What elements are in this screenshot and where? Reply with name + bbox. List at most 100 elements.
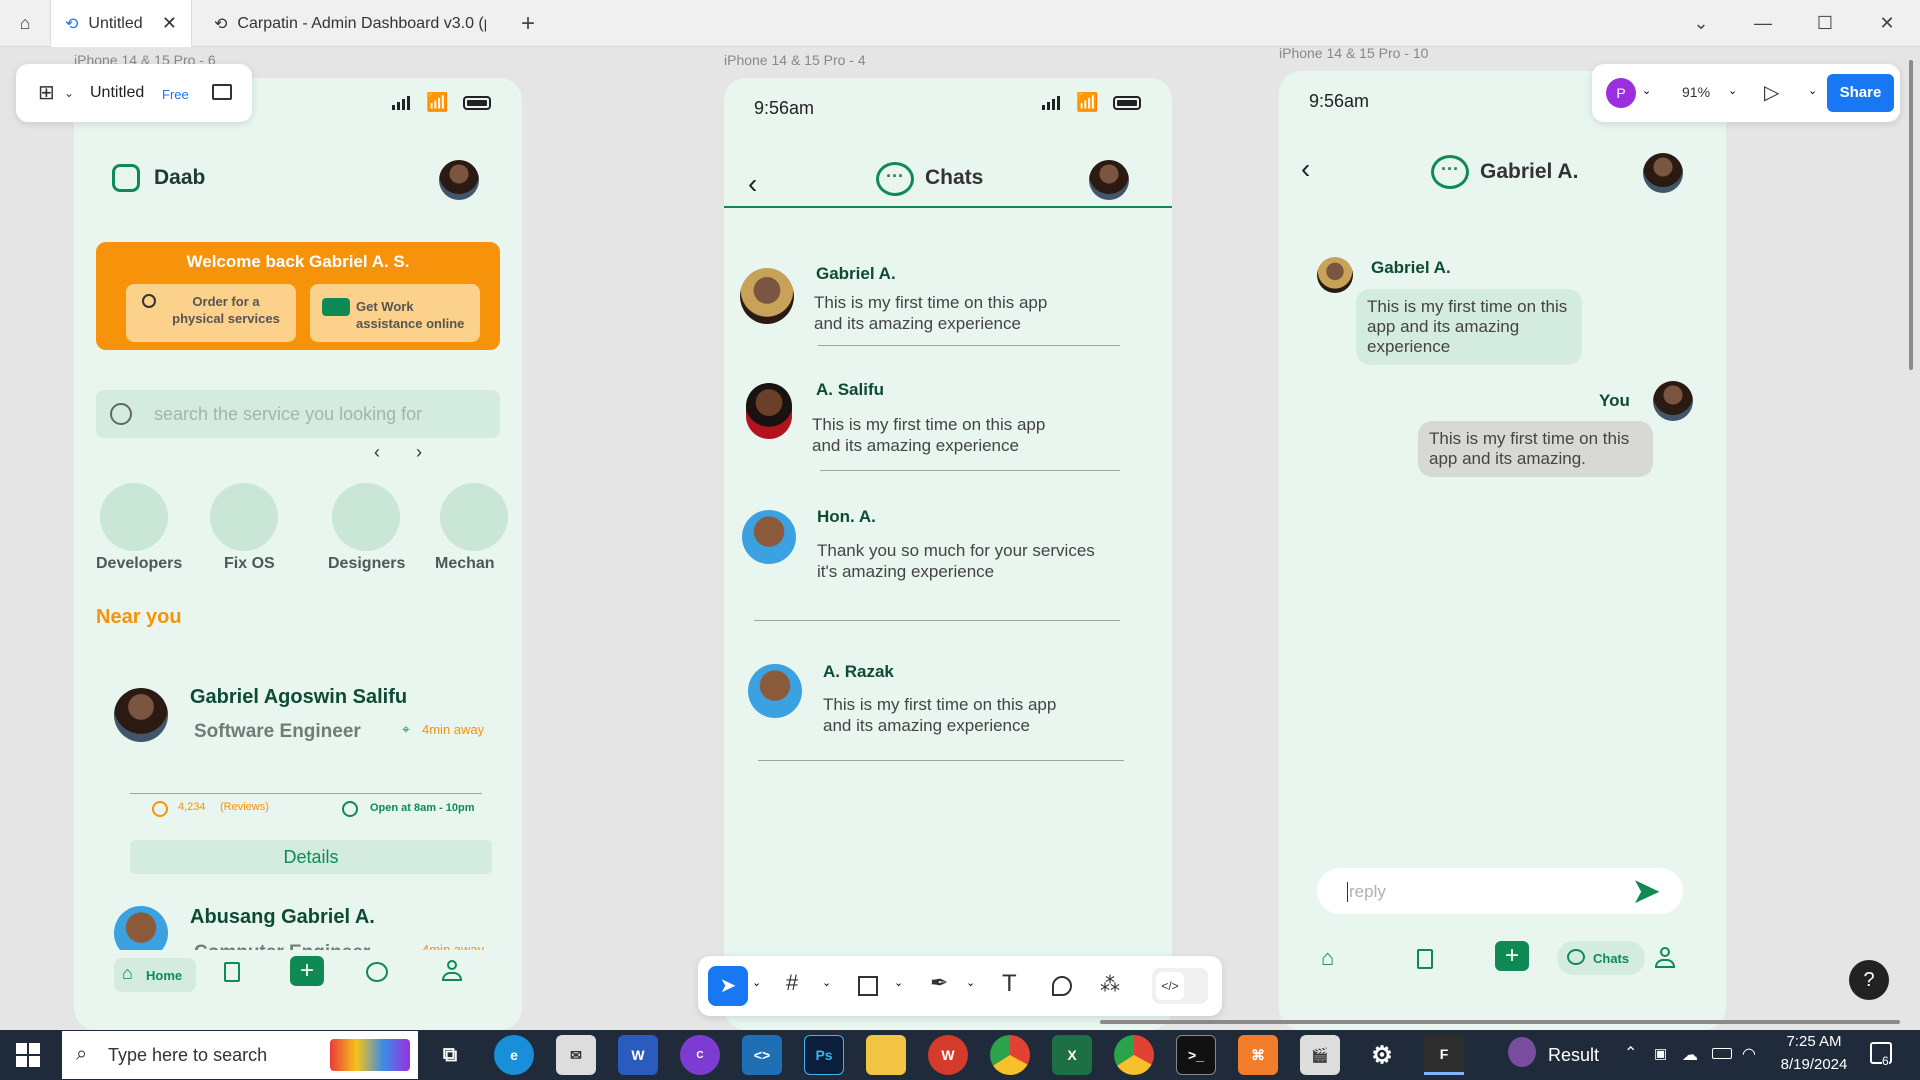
fix-os-image[interactable] [210,483,278,551]
cloud-icon[interactable]: ☁ [1682,1045,1698,1065]
physical-service-button[interactable]: Order for a physical services [126,284,296,342]
figma-icon[interactable]: F [1424,1035,1464,1075]
battery-icon[interactable] [1712,1048,1732,1059]
move-tool-icon[interactable]: ➤ [708,966,748,1006]
avatar[interactable] [1089,160,1129,200]
share-button[interactable]: Share [1827,74,1894,112]
chat-item-name[interactable]: A. Salifu [816,380,884,400]
tab-carpatin[interactable]: ⟲ Carpatin - Admin Dashboard v3.0 (pr [200,0,500,47]
chevron-down-icon[interactable]: ⌄ [894,976,903,989]
home-icon[interactable]: ⌂ [0,0,50,47]
rectangle-tool-icon[interactable] [858,976,878,996]
avatar[interactable] [746,383,792,439]
chrome-icon[interactable] [1114,1035,1154,1075]
help-button[interactable]: ? [1849,960,1889,1000]
chevron-down-icon[interactable]: ⌄ [966,976,975,989]
chrome-icon[interactable] [990,1035,1030,1075]
bookmark-icon[interactable] [1417,949,1433,969]
avatar[interactable] [439,160,479,200]
category-label[interactable]: Developers [96,555,182,573]
chat-item-name[interactable]: Hon. A. [817,507,876,527]
developers-image[interactable] [100,483,168,551]
minimize-icon[interactable]: — [1732,0,1794,47]
category-label[interactable]: Mechan [435,555,499,573]
video-editor-icon[interactable]: 🎬 [1300,1035,1340,1075]
add-icon[interactable]: + [1495,941,1529,971]
excel-icon[interactable]: X [1052,1035,1092,1075]
zoom-level[interactable]: 91% [1682,84,1710,100]
wifi-icon[interactable]: ◠ [1742,1044,1756,1064]
user-avatar[interactable]: P [1606,78,1636,108]
home-icon[interactable]: ⌂ [1321,945,1334,971]
figma-menu-icon[interactable]: ⊞ [38,80,55,105]
terminal-icon[interactable]: >_ [1176,1035,1216,1075]
settings-icon[interactable]: ⚙ [1362,1035,1402,1075]
search-bar[interactable]: search the service you looking for [96,390,500,438]
chevron-down-icon[interactable]: ⌄ [752,976,761,989]
photoshop-icon[interactable]: Ps [804,1035,844,1075]
chevron-down-icon[interactable]: ⌄ [1728,84,1737,97]
chevron-right-icon[interactable]: › [416,442,422,463]
details-button[interactable]: Details [130,840,492,874]
back-chevron-icon[interactable]: ‹ [748,168,757,200]
home-screen-frame[interactable]: 📶 Daab Welcome back Gabriel A. S. Order … [74,78,522,1030]
reply-input[interactable]: reply [1347,882,1386,902]
nav-chats[interactable]: Chats [1557,941,1645,975]
edge-icon[interactable]: e [494,1035,534,1075]
vscode-icon[interactable]: <> [742,1035,782,1075]
dev-mode-toggle[interactable]: </> [1152,968,1208,1004]
xampp-icon[interactable]: ⌘ [1238,1035,1278,1075]
file-name[interactable]: Untitled [90,84,144,102]
chat-icon[interactable] [366,962,388,982]
chevron-left-icon[interactable]: ‹ [374,442,380,463]
window-close-icon[interactable]: ✕ [1856,0,1918,47]
avatar[interactable] [740,268,794,324]
device-icon[interactable]: ▣ [1654,1045,1667,1062]
result-label[interactable]: Result [1548,1045,1599,1066]
frame-tool-icon[interactable]: # [786,970,798,996]
taskbar-search-input[interactable]: Type here to search [108,1045,267,1066]
frame-label[interactable]: iPhone 14 & 15 Pro - 10 [1279,45,1428,61]
sidebar-toggle-icon[interactable] [212,84,232,100]
provider-name[interactable]: Gabriel Agoswin Salifu [190,686,407,709]
category-label[interactable]: Designers [328,555,405,573]
add-icon[interactable]: + [290,956,324,986]
chat-item-name[interactable]: A. Razak [823,662,894,682]
task-view-icon[interactable]: ⧉ [430,1035,470,1075]
chats-screen-frame[interactable]: 9:56am 📶 ‹ ··· Chats Gabriel A. This is … [724,78,1172,1030]
profile-icon[interactable] [442,960,462,982]
canva-icon[interactable]: C [680,1035,720,1075]
online-assistance-button[interactable]: Get Work assistance online [310,284,480,342]
components-icon[interactable]: ⁂ [1100,972,1120,997]
conversation-screen-frame[interactable]: 9:56am ‹ ··· Gabriel A. Gabriel A. This … [1279,71,1726,1030]
category-label[interactable]: Fix OS [224,555,275,573]
mechanic-image[interactable] [440,483,508,551]
maximize-icon[interactable]: ☐ [1794,0,1856,47]
close-icon[interactable]: ✕ [162,13,177,34]
taskbar-date[interactable]: 8/19/2024 [1770,1056,1858,1073]
nav-home[interactable]: ⌂ Home [114,958,196,992]
chevron-down-icon[interactable]: ⌄ [64,86,74,100]
chevron-down-icon[interactable]: ⌄ [1670,0,1732,47]
avatar[interactable] [742,510,796,564]
wps-icon[interactable]: W [928,1035,968,1075]
taskbar-time[interactable]: 7:25 AM [1774,1033,1854,1050]
chevron-down-icon[interactable]: ⌄ [1808,84,1817,97]
horizontal-scrollbar[interactable] [1100,1020,1900,1024]
back-chevron-icon[interactable]: ‹ [1301,153,1310,185]
mail-icon[interactable]: ✉ [556,1035,596,1075]
profile-icon[interactable] [1655,947,1675,969]
windows-start-icon[interactable] [16,1043,40,1067]
chevron-down-icon[interactable]: ⌄ [822,976,831,989]
pen-tool-icon[interactable]: ✒ [930,970,948,996]
new-tab-icon[interactable]: + [498,0,558,47]
chevron-down-icon[interactable]: ⌄ [1642,84,1651,97]
taskbar-search-box[interactable]: ⌕ Type here to search [62,1031,418,1079]
frame-label[interactable]: iPhone 14 & 15 Pro - 4 [724,52,866,68]
comment-tool-icon[interactable] [1052,976,1072,996]
word-icon[interactable]: W [618,1035,658,1075]
avatar[interactable] [748,664,802,718]
tab-untitled[interactable]: ⟲ Untitled ✕ [50,0,192,47]
result-icon[interactable] [1508,1037,1536,1067]
provider-name[interactable]: Abusang Gabriel A. [190,906,375,929]
